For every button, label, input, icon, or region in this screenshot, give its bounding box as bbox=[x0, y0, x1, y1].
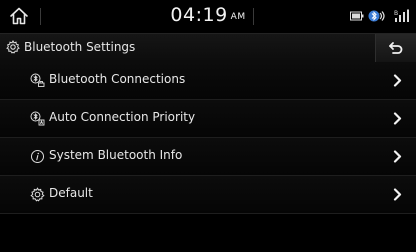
menu-item-label: Default bbox=[49, 186, 93, 200]
chevron-right-icon bbox=[393, 112, 402, 125]
battery-icon bbox=[350, 11, 364, 21]
menu-item-system-bluetooth-info[interactable]: System Bluetooth Info bbox=[0, 138, 416, 176]
gear-icon bbox=[30, 187, 45, 202]
auto-connection-icon bbox=[30, 111, 45, 126]
back-arrow-icon bbox=[389, 42, 403, 54]
info-icon bbox=[31, 150, 44, 163]
chevron-right-icon bbox=[393, 74, 402, 87]
chevron-right-icon bbox=[393, 188, 402, 201]
bluetooth-connections-icon bbox=[30, 73, 45, 87]
menu-item-default[interactable]: Default bbox=[0, 176, 416, 214]
clock-time: 04:19 bbox=[170, 4, 228, 26]
chevron-right-icon bbox=[393, 150, 402, 163]
gear-icon bbox=[6, 40, 20, 54]
menu-item-bluetooth-connections[interactable]: Bluetooth Connections bbox=[0, 62, 416, 100]
back-button[interactable] bbox=[375, 34, 416, 62]
bluetooth-device-icon bbox=[368, 10, 385, 22]
status-divider bbox=[253, 8, 254, 25]
menu-item-label: System Bluetooth Info bbox=[49, 148, 183, 162]
page-title: Bluetooth Settings bbox=[24, 40, 136, 54]
settings-header: Bluetooth Settings bbox=[0, 33, 416, 63]
menu-item-label: Bluetooth Connections bbox=[49, 72, 186, 86]
settings-menu: Bluetooth Connections Auto Connection Pr… bbox=[0, 62, 416, 214]
status-bar: 04:19 AM B bbox=[0, 0, 416, 33]
clock-ampm: AM bbox=[230, 12, 246, 22]
menu-item-label: Auto Connection Priority bbox=[49, 110, 196, 124]
svg-text:B: B bbox=[394, 10, 398, 17]
signal-icon: B bbox=[394, 9, 409, 22]
menu-item-auto-connection-priority[interactable]: Auto Connection Priority bbox=[0, 100, 416, 138]
